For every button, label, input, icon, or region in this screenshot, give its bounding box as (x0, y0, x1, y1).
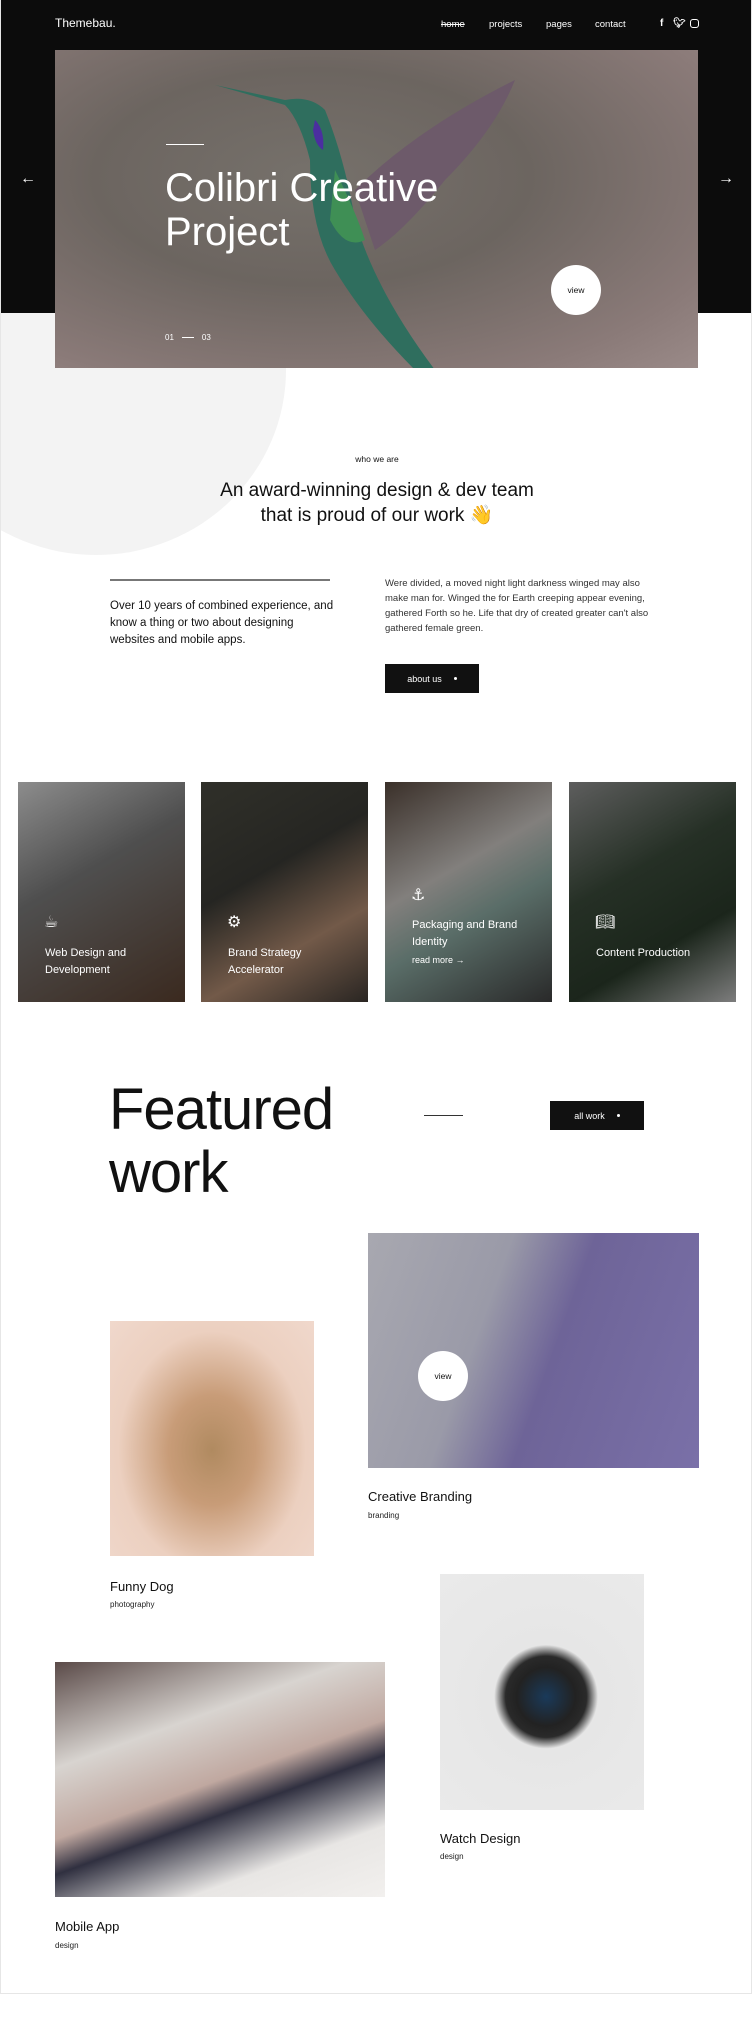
about-heading-line2: that is proud of our work 👋 (260, 505, 494, 526)
service-card-web-design[interactable]: ☕︎ Web Design and Development (18, 782, 185, 1002)
project-title[interactable]: Mobile App (55, 1919, 119, 1934)
hero-divider (166, 144, 204, 145)
project-category: design (55, 1941, 79, 1950)
project-category: photography (110, 1600, 155, 1609)
about-divider (110, 579, 330, 581)
project-image-mobile-app[interactable] (55, 1662, 385, 1897)
featured-divider (424, 1115, 463, 1116)
read-more-link[interactable]: read more → (412, 952, 465, 969)
page-current: 01 (165, 333, 174, 342)
about-us-label: about us (407, 673, 442, 684)
service-label: Brand Strategy Accelerator (228, 947, 302, 976)
project-title[interactable]: Creative Branding (368, 1489, 472, 1504)
service-card-packaging[interactable]: ⚓︎ Packaging and Brand Identity read mor… (385, 782, 552, 1002)
all-work-button[interactable]: all work (550, 1101, 644, 1130)
about-heading-line1: An award-winning design & dev team (220, 480, 534, 501)
project-title[interactable]: Funny Dog (110, 1579, 174, 1594)
anchor-icon: ⚓︎ (411, 887, 426, 904)
nav-pages[interactable]: pages (546, 19, 572, 30)
prev-arrow-icon[interactable]: ← (20, 170, 36, 188)
twitter-icon[interactable]: 🐦︎ (673, 18, 686, 29)
hero-title: Colibri Creative Project (165, 166, 439, 254)
page-total: 03 (201, 333, 211, 342)
service-label: Web Design and Development (45, 947, 127, 976)
project-view-button[interactable]: view (418, 1351, 468, 1401)
all-work-label: all work (574, 1110, 605, 1121)
project-image-watch-design[interactable] (440, 1574, 644, 1810)
facebook-icon[interactable]: f (660, 18, 663, 29)
logo[interactable]: Themebau. (55, 16, 116, 30)
project-image-creative-branding[interactable]: view (368, 1233, 699, 1468)
project-title[interactable]: Watch Design (440, 1831, 520, 1846)
featured-title-line2: work (109, 1140, 228, 1205)
about-right-text: Were divided, a moved night light darkne… (385, 578, 649, 634)
service-card-brand-strategy[interactable]: ⚙︎ Brand Strategy Accelerator (201, 782, 368, 1002)
project-image-funny-dog[interactable] (110, 1321, 314, 1556)
slide-pager: 01 03 (165, 333, 211, 342)
service-card-content[interactable]: 📖︎ Content Production (569, 782, 736, 1002)
featured-title: Featured work (109, 1077, 334, 1205)
next-arrow-icon[interactable]: → (718, 170, 734, 188)
project-category: design (440, 1852, 464, 1861)
service-label: Packaging and Brand Identity (412, 919, 518, 948)
project-category: branding (368, 1511, 400, 1520)
nav-projects[interactable]: projects (489, 19, 522, 30)
featured-title-line1: Featured (109, 1077, 334, 1142)
about-left-text: Over 10 years of combined experience, an… (110, 600, 334, 646)
page: Themebau. home projects pages contact f … (0, 0, 752, 1994)
instagram-icon[interactable] (690, 19, 699, 28)
service-label: Content Production (596, 947, 691, 959)
about-eyebrow: who we are (355, 454, 399, 464)
hero-slider: Colibri Creative Project view 01 03 (55, 50, 698, 368)
book-icon: 📖︎ (595, 914, 616, 931)
about-us-button[interactable]: about us (385, 664, 479, 693)
nav-home[interactable]: home (441, 19, 465, 30)
hero-view-button[interactable]: view (551, 265, 601, 315)
about-heading: An award-winning design & dev team that … (1, 478, 751, 528)
gear-icon: ⚙︎ (227, 914, 242, 931)
nav-contact[interactable]: contact (595, 19, 626, 30)
coffee-cup-icon: ☕︎ (44, 914, 59, 931)
